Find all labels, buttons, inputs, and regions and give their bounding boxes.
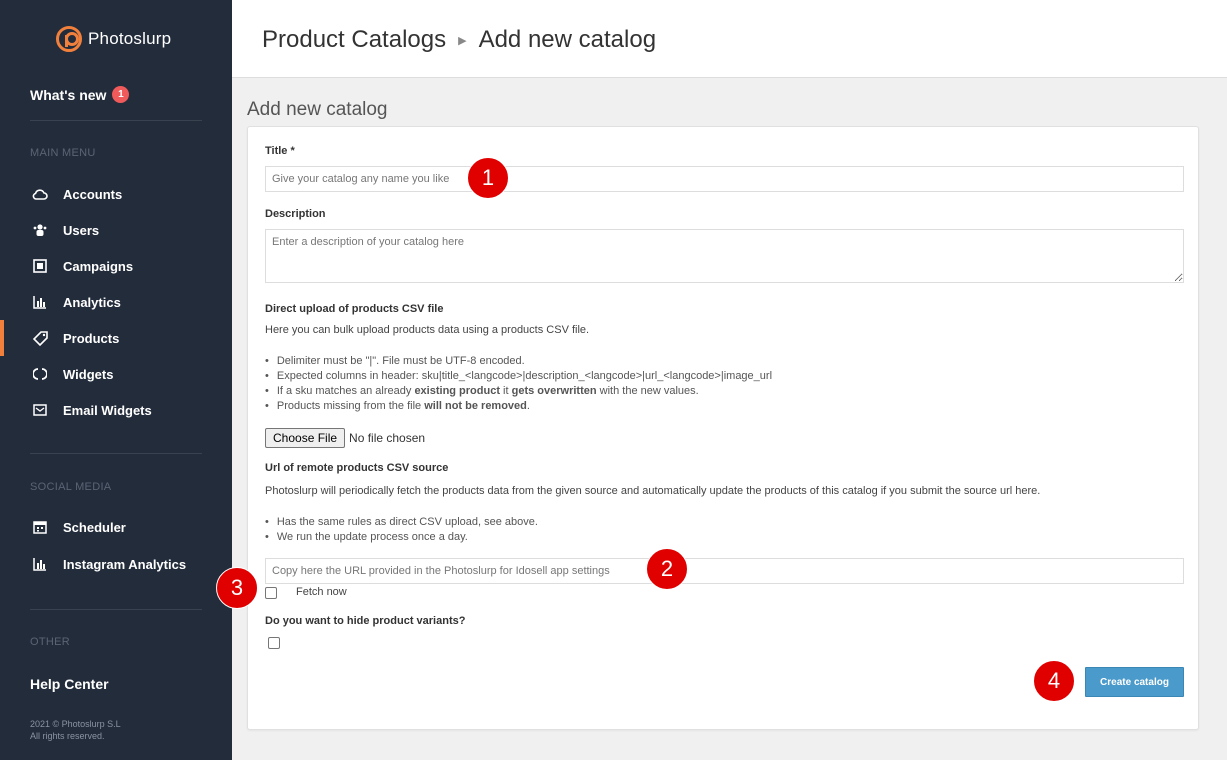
catalog-form-card: Title * Description Direct upload of pro… xyxy=(247,126,1199,730)
breadcrumb: Product Catalogs ▶ Add new catalog xyxy=(262,26,656,54)
upload-heading: Direct upload of products CSV file xyxy=(265,303,444,315)
copyright-line: 2021 © Photoslurp S.L xyxy=(30,719,121,729)
sidebar-divider xyxy=(30,120,202,121)
sidebar-item-email-widgets[interactable]: Email Widgets xyxy=(0,395,232,425)
remote-heading: Url of remote products CSV source xyxy=(265,462,449,474)
title-input[interactable] xyxy=(265,166,1184,192)
description-textarea[interactable] xyxy=(265,229,1184,283)
annotation-marker: 4 xyxy=(1033,660,1075,702)
email-icon xyxy=(32,402,48,418)
sidebar-item-label: Accounts xyxy=(63,186,123,202)
fetch-now-checkbox[interactable] xyxy=(265,587,277,599)
remote-intro: Photoslurp will periodically fetch the p… xyxy=(265,485,1041,497)
copyright: 2021 © Photoslurp S.L All rights reserve… xyxy=(30,718,121,742)
sidebar-item-campaigns[interactable]: Campaigns xyxy=(0,251,232,281)
breadcrumb-parent[interactable]: Product Catalogs xyxy=(262,26,446,54)
sidebar: Photoslurp What's new 1 MAIN MENU Accoun… xyxy=(0,0,232,760)
upload-intro: Here you can bulk upload products data u… xyxy=(265,324,590,336)
sidebar-item-label: Scheduler xyxy=(63,519,126,535)
sidebar-divider xyxy=(30,609,202,610)
sidebar-item-label: Analytics xyxy=(63,294,121,310)
breadcrumb-separator-icon: ▶ xyxy=(458,34,467,47)
annotation-marker: 1 xyxy=(467,157,509,199)
sidebar-item-label: Instagram Analytics xyxy=(63,556,187,572)
breadcrumb-current: Add new catalog xyxy=(478,26,657,53)
list-item: Expected columns in header: sku|title_<l… xyxy=(265,369,772,384)
widgets-icon xyxy=(32,366,48,382)
choose-file-button[interactable]: Choose File xyxy=(265,428,346,448)
photoslurp-logo-icon xyxy=(56,26,82,52)
file-upload: Choose File No file chosen xyxy=(265,428,425,448)
sidebar-item-label: Products xyxy=(63,330,120,346)
list-item: Has the same rules as direct CSV upload,… xyxy=(265,515,538,530)
social-media-label: SOCIAL MEDIA xyxy=(30,481,112,493)
whats-new-link[interactable]: What's new 1 xyxy=(30,86,130,103)
notification-badge: 1 xyxy=(112,86,130,103)
cloud-icon xyxy=(32,186,48,202)
campaigns-icon xyxy=(32,258,48,274)
list-item: We run the update process once a day. xyxy=(265,530,538,545)
sidebar-item-label: Users xyxy=(63,222,100,238)
upload-rules-list: Delimiter must be "|". File must be UTF-… xyxy=(265,354,772,414)
sidebar-item-analytics[interactable]: Analytics xyxy=(0,287,232,317)
hide-variants-checkbox[interactable] xyxy=(268,637,280,649)
logo[interactable]: Photoslurp xyxy=(56,26,171,52)
calendar-icon xyxy=(32,519,48,535)
page-header: Product Catalogs ▶ Add new catalog xyxy=(232,0,1227,78)
users-icon xyxy=(32,222,48,238)
bar-chart-icon xyxy=(32,294,48,310)
sidebar-item-scheduler[interactable]: Scheduler xyxy=(0,512,232,542)
whats-new-label: What's new xyxy=(30,86,107,103)
logo-text: Photoslurp xyxy=(88,29,172,48)
variants-label: Do you want to hide product variants? xyxy=(265,615,466,627)
description-label: Description xyxy=(265,208,326,220)
list-item: Products missing from the file will not … xyxy=(265,399,772,414)
remote-rules-list: Has the same rules as direct CSV upload,… xyxy=(265,515,538,545)
file-status: No file chosen xyxy=(349,431,426,445)
sidebar-item-label: Email Widgets xyxy=(63,402,152,418)
sidebar-item-label: Widgets xyxy=(63,366,114,382)
bar-chart-icon xyxy=(32,556,48,572)
help-center-link[interactable]: Help Center xyxy=(30,676,109,692)
sidebar-item-widgets[interactable]: Widgets xyxy=(0,359,232,389)
sidebar-divider xyxy=(30,453,202,454)
sidebar-item-label: Campaigns xyxy=(63,258,134,274)
sidebar-item-accounts[interactable]: Accounts xyxy=(0,179,232,209)
remote-url-input[interactable] xyxy=(265,558,1184,584)
list-item: If a sku matches an already existing pro… xyxy=(265,384,772,399)
fetch-now-label: Fetch now xyxy=(296,586,347,598)
main-menu-label: MAIN MENU xyxy=(30,147,96,159)
annotation-marker: 3 xyxy=(216,567,258,609)
copyright-line: All rights reserved. xyxy=(30,731,105,741)
sidebar-item-users[interactable]: Users xyxy=(0,215,232,245)
sidebar-item-products[interactable]: Products xyxy=(0,320,232,356)
title-label: Title * xyxy=(265,145,295,157)
other-label: OTHER xyxy=(30,636,70,648)
create-catalog-button[interactable]: Create catalog xyxy=(1085,667,1184,697)
tag-icon xyxy=(32,330,48,346)
list-item: Delimiter must be "|". File must be UTF-… xyxy=(265,354,772,369)
sidebar-item-instagram-analytics[interactable]: Instagram Analytics xyxy=(0,549,232,579)
page-title: Add new catalog xyxy=(247,99,388,120)
annotation-marker: 2 xyxy=(646,548,688,590)
